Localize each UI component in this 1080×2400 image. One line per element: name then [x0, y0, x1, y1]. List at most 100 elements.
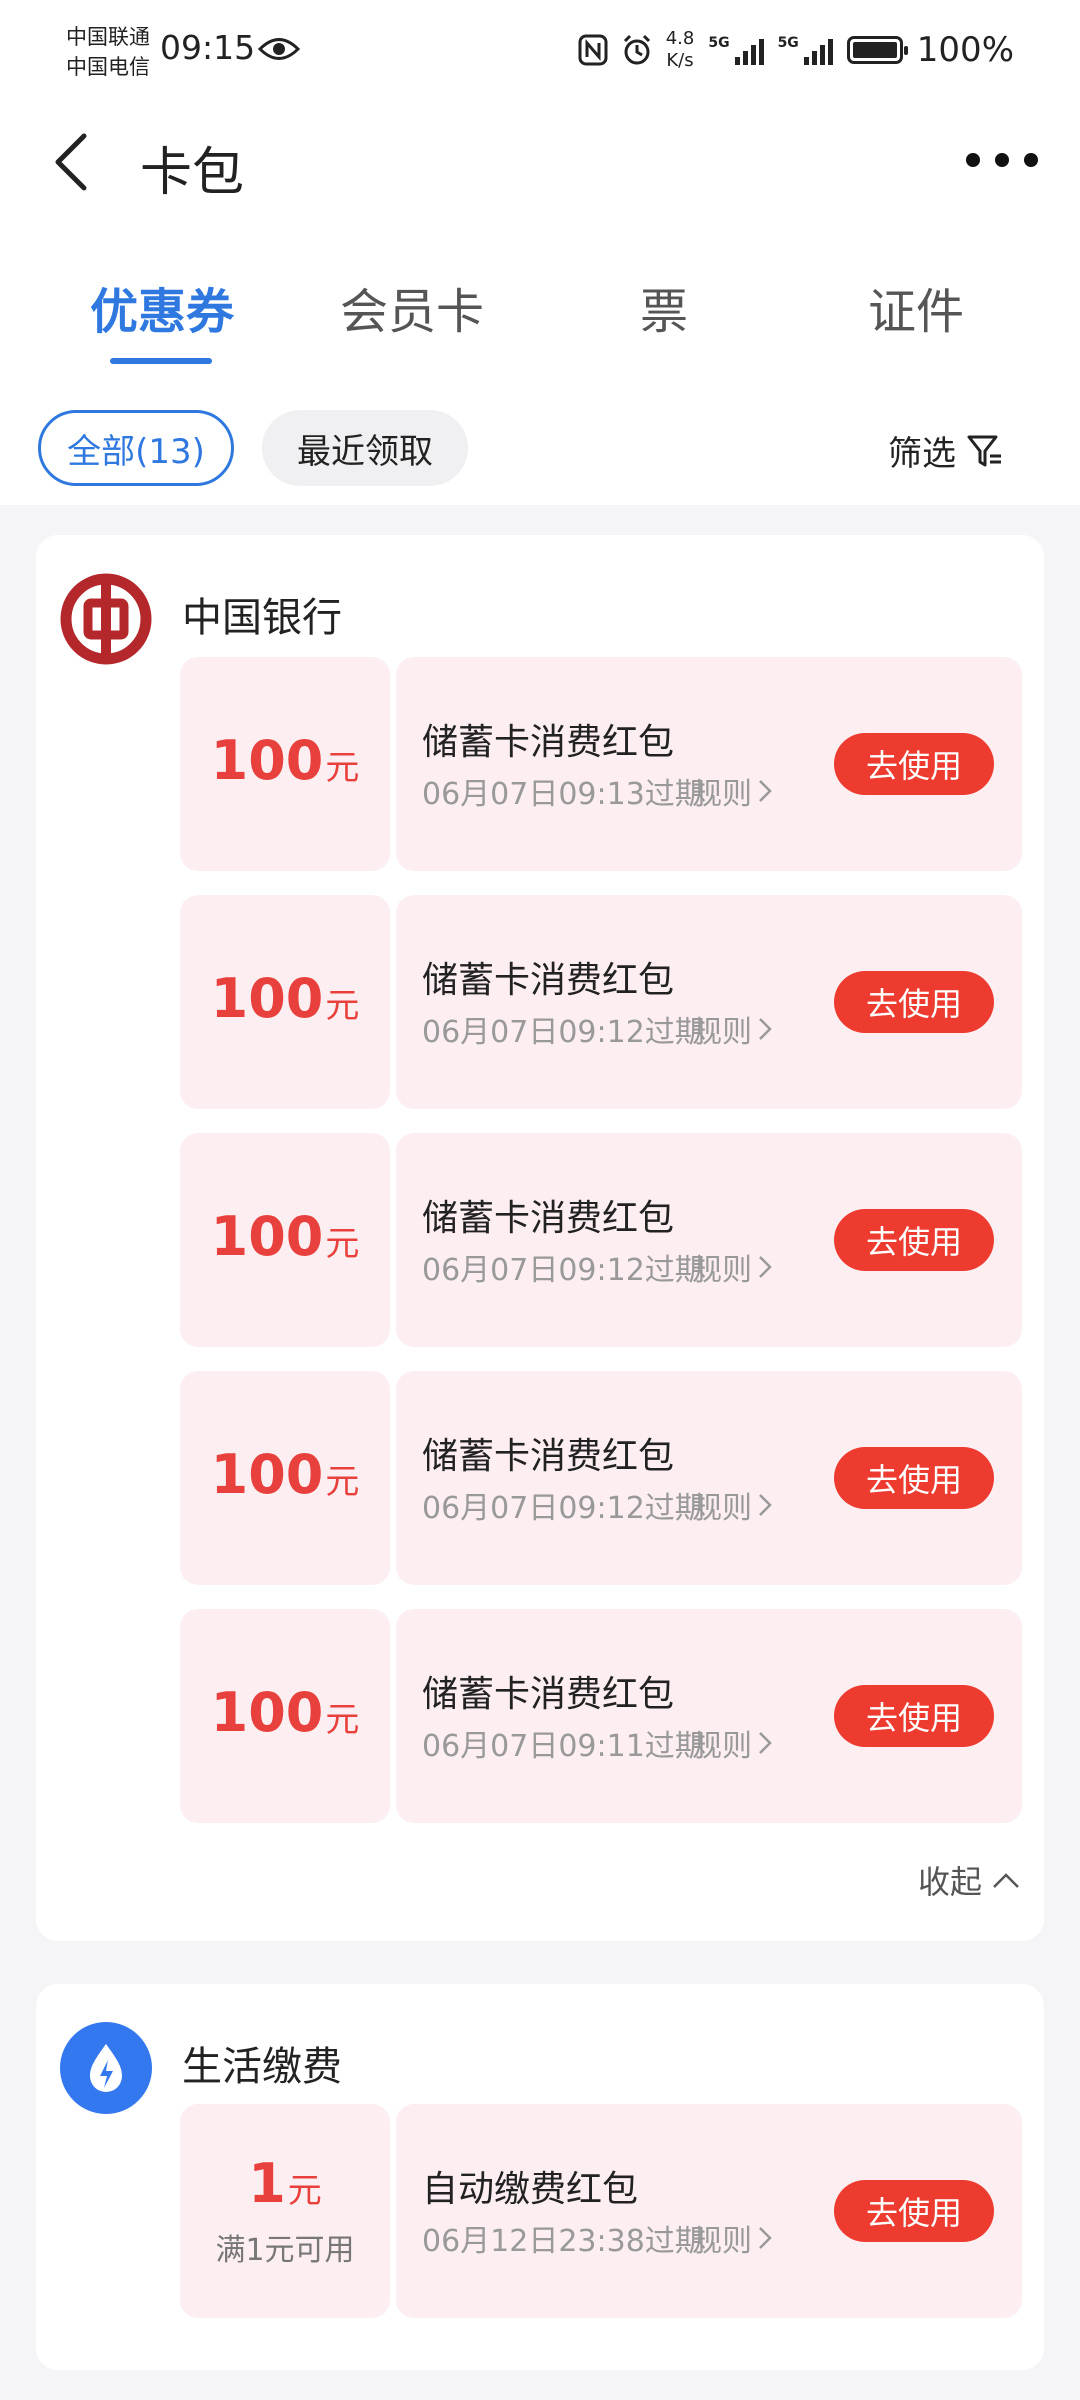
status-time: 09:15 — [160, 28, 256, 67]
tab-documents[interactable]: 证件 — [806, 272, 1026, 342]
coupon-rule-link[interactable]: 规则 — [692, 2216, 772, 2260]
filter-recent-chip[interactable]: 最近领取 — [262, 410, 468, 486]
coupon-name: 储蓄卡消费红包 — [422, 960, 675, 1001]
coupon-amount-panel: 100元 — [180, 1371, 390, 1585]
coupon-name: 储蓄卡消费红包 — [422, 1674, 675, 1715]
chevron-right-icon — [759, 1732, 772, 1754]
coupon-expiry: 06月07日09:12过期 — [422, 1491, 705, 1526]
chevron-right-icon — [759, 1494, 772, 1516]
coupon-unit: 元 — [325, 1699, 360, 1740]
coupon-amount: 100元 — [210, 966, 360, 1036]
tab-bar: 优惠券 会员卡 票 证件 — [0, 260, 1080, 370]
bank-of-china-logo — [60, 573, 152, 665]
carrier-1: 中国联通 — [66, 25, 150, 49]
coupon-card[interactable]: 100元 储蓄卡消费红包 06月07日09:12过期 规则 去使用 — [180, 895, 1022, 1109]
chevron-right-icon — [759, 2227, 772, 2249]
coupon-amount: 100元 — [211, 1682, 360, 1750]
coupon-amount-panel: 100元 — [180, 895, 390, 1109]
top-panel: 中国联通 中国电信 09:15 4.8 K/s 5G 5G 100% 卡包 优惠… — [0, 0, 1080, 505]
more-dots-icon[interactable] — [966, 142, 1038, 178]
use-coupon-button[interactable]: 去使用 — [834, 1685, 994, 1747]
coupon-card[interactable]: 100元 储蓄卡消费红包 06月07日09:11过期 规则 去使用 — [180, 1609, 1022, 1823]
tab-membership[interactable]: 会员卡 — [302, 272, 522, 342]
carrier-info: 中国联通 中国电信 — [66, 22, 150, 82]
eye-icon — [258, 38, 300, 60]
coupon-detail-panel: 自动缴费红包 06月12日23:38过期 规则 去使用 — [396, 2104, 1022, 2318]
coupon-amount-panel: 100元 — [180, 657, 390, 871]
signal-2-label: 5G — [777, 35, 799, 51]
group-name: 中国银行 — [182, 595, 342, 641]
coupon-unit: 元 — [287, 2170, 322, 2211]
collapse-label: 收起 — [917, 1863, 982, 1901]
coupon-card[interactable]: 1元 满1元可用 自动缴费红包 06月12日23:38过期 规则 去使用 — [180, 2104, 1022, 2318]
page-title: 卡包 — [140, 143, 245, 203]
coupon-rule-link[interactable]: 规则 — [692, 1007, 772, 1051]
speed-unit: K/s — [666, 50, 694, 71]
coupon-detail-panel: 储蓄卡消费红包 06月07日09:12过期 规则 去使用 — [396, 1371, 1022, 1585]
signal-icon: 5G — [778, 35, 833, 65]
lightning-drop-icon — [60, 2022, 152, 2114]
battery-icon — [846, 36, 908, 64]
coupon-card[interactable]: 100元 储蓄卡消费红包 06月07日09:12过期 规则 去使用 — [180, 1133, 1022, 1347]
chevron-right-icon — [759, 780, 772, 802]
chevron-up-icon — [993, 1873, 1019, 1888]
coupon-amount-value: 100 — [210, 1442, 324, 1506]
coupon-expiry: 06月07日09:12过期 — [422, 1015, 705, 1050]
signal-icon: 5G — [708, 35, 764, 65]
tab-coupons[interactable]: 优惠券 — [52, 272, 272, 342]
coupon-unit: 元 — [325, 985, 360, 1026]
coupon-rule-link[interactable]: 规则 — [692, 1721, 772, 1765]
funnel-icon — [967, 435, 1001, 466]
filter-button[interactable]: 筛选 — [888, 426, 1004, 475]
use-coupon-button[interactable]: 去使用 — [834, 2180, 994, 2242]
coupon-unit: 元 — [325, 747, 360, 788]
active-tab-indicator — [110, 358, 212, 364]
coupon-detail-panel: 储蓄卡消费红包 06月07日09:12过期 规则 去使用 — [396, 1133, 1022, 1347]
coupon-detail-panel: 储蓄卡消费红包 06月07日09:13过期 规则 去使用 — [396, 657, 1022, 871]
signal-1-label: 5G — [708, 35, 730, 51]
coupon-rule-link[interactable]: 规则 — [692, 1245, 772, 1289]
use-coupon-button[interactable]: 去使用 — [834, 971, 994, 1033]
carrier-2: 中国电信 — [66, 55, 150, 79]
coupon-amount-value: 1 — [248, 2151, 286, 2215]
use-coupon-button[interactable]: 去使用 — [834, 733, 994, 795]
coupon-rule-label: 规则 — [692, 777, 752, 812]
coupon-card[interactable]: 100元 储蓄卡消费红包 06月07日09:13过期 规则 去使用 — [180, 657, 1022, 871]
group-name: 生活缴费 — [182, 2044, 342, 2090]
network-speed: 4.8 K/s — [666, 28, 695, 72]
speed-value: 4.8 — [665, 28, 695, 49]
coupon-card[interactable]: 100元 储蓄卡消费红包 06月07日09:12过期 规则 去使用 — [180, 1371, 1022, 1585]
coupon-name: 储蓄卡消费红包 — [422, 722, 675, 763]
chevron-right-icon — [759, 1018, 772, 1040]
coupon-detail-panel: 储蓄卡消费红包 06月07日09:11过期 规则 去使用 — [396, 1609, 1022, 1823]
coupon-name: 自动缴费红包 — [422, 2169, 639, 2210]
chevron-right-icon — [759, 1256, 772, 1278]
coupon-rule-link[interactable]: 规则 — [692, 1483, 772, 1527]
battery-fill — [852, 42, 897, 58]
chevron-left-icon[interactable] — [48, 130, 96, 194]
collapse-button[interactable]: 收起 — [918, 1857, 1020, 1903]
coupon-rule-link[interactable]: 规则 — [692, 769, 772, 813]
battery-percent: 100% — [916, 30, 1014, 70]
coupon-amount-value: 100 — [210, 1204, 324, 1268]
alarm-icon — [623, 34, 650, 65]
coupon-amount-value: 100 — [210, 966, 324, 1030]
filter-row: 全部(13) 最近领取 筛选 — [0, 408, 1080, 494]
coupon-rule-label: 规则 — [692, 1491, 752, 1526]
coupon-amount: 100元 — [210, 728, 360, 798]
coupon-expiry: 06月07日09:11过期 — [422, 1729, 705, 1764]
coupon-amount-value: 100 — [210, 728, 324, 792]
coupon-expiry: 06月12日23:38过期 — [422, 2224, 705, 2259]
status-bar: 中国联通 中国电信 09:15 4.8 K/s 5G 5G 100% — [0, 0, 1080, 100]
use-coupon-button[interactable]: 去使用 — [834, 1209, 994, 1271]
coupon-group-utilities: 生活缴费 1元 满1元可用 自动缴费红包 06月12日23:38过期 规则 去使… — [36, 1984, 1044, 2370]
coupon-amount: 1元 — [248, 2151, 322, 2221]
coupon-unit: 元 — [325, 1461, 360, 1502]
filter-all-chip[interactable]: 全部(13) — [38, 410, 234, 486]
tab-tickets[interactable]: 票 — [554, 272, 774, 342]
use-coupon-button[interactable]: 去使用 — [834, 1447, 994, 1509]
filter-label: 筛选 — [888, 434, 956, 474]
coupon-rule-label: 规则 — [692, 1729, 752, 1764]
coupon-rule-label: 规则 — [692, 2224, 752, 2259]
coupon-name: 储蓄卡消费红包 — [422, 1198, 675, 1239]
